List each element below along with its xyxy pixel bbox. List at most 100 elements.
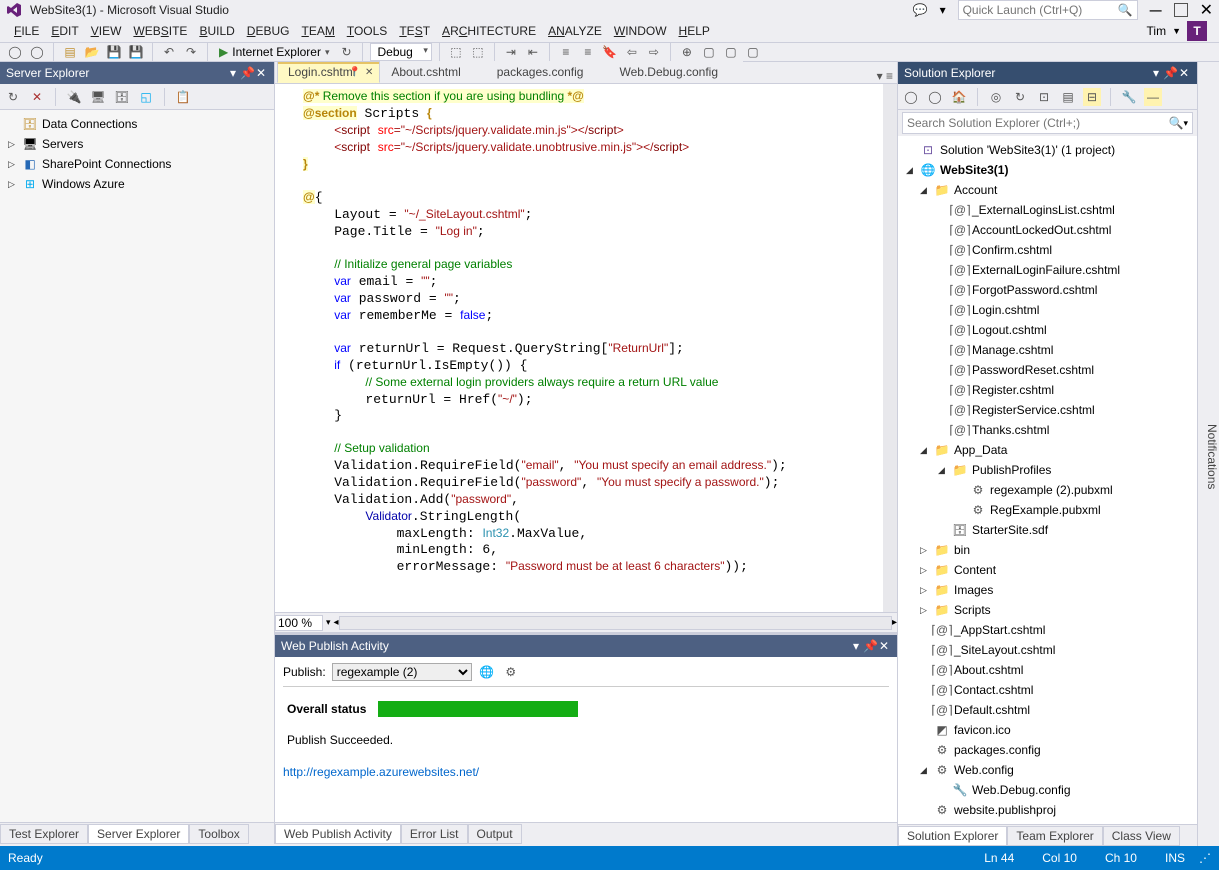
redo-button[interactable]: ↷ [182, 43, 200, 61]
published-url-link[interactable]: http://regexample.azurewebsites.net/ [283, 765, 479, 779]
menu-website[interactable]: WEBSITE [127, 20, 193, 42]
tb-icon-4[interactable]: ⇤ [524, 43, 542, 61]
tb-icon-12[interactable]: ▢ [722, 43, 740, 61]
close-icon[interactable]: ✕ [254, 66, 268, 80]
refresh-icon[interactable]: ↻ [4, 88, 22, 106]
editor-tab-login[interactable]: Login.cshtml📍✕ [277, 61, 380, 83]
menu-team[interactable]: TEAM [295, 20, 340, 42]
tab-overflow[interactable]: ▾ ≡ [877, 69, 897, 83]
tab-error-list[interactable]: Error List [401, 824, 468, 844]
file-webdebugconfig[interactable]: 🔧Web.Debug.config [898, 780, 1197, 800]
close-button[interactable]: ✕ [1200, 0, 1213, 20]
file-Contact.cshtml[interactable]: ⌈@⌉Contact.cshtml [898, 680, 1197, 700]
db-icon[interactable]: 🗄 [113, 88, 131, 106]
file-Thanks.cshtml[interactable]: ⌈@⌉Thanks.cshtml [898, 420, 1197, 440]
file-ForgotPassword.cshtml[interactable]: ⌈@⌉ForgotPassword.cshtml [898, 280, 1197, 300]
menu-build[interactable]: BUILD [193, 20, 240, 42]
file-Manage.cshtml[interactable]: ⌈@⌉Manage.cshtml [898, 340, 1197, 360]
file-startersite[interactable]: 🗄StarterSite.sdf [898, 520, 1197, 540]
file-AccountLockedOut.cshtml[interactable]: ⌈@⌉AccountLockedOut.cshtml [898, 220, 1197, 240]
folder-publishprofiles[interactable]: ◢📁PublishProfiles [898, 460, 1197, 480]
tab-toolbox[interactable]: Toolbox [189, 824, 248, 844]
file-Logout.cshtml[interactable]: ⌈@⌉Logout.cshtml [898, 320, 1197, 340]
tab-server-explorer[interactable]: Server Explorer [88, 824, 189, 844]
start-debugging-button[interactable]: ▶ Internet Explorer ▾ [215, 45, 333, 59]
scope-icon[interactable]: ◎ [987, 88, 1005, 106]
editor-tab-about[interactable]: About.cshtml [380, 61, 485, 83]
menu-edit[interactable]: EDIT [45, 20, 84, 42]
menu-tools[interactable]: TOOLS [341, 20, 393, 42]
menu-help[interactable]: HELP [673, 20, 716, 42]
tree-azure[interactable]: ▷⊞Windows Azure [0, 174, 274, 194]
project-node[interactable]: ◢🌐WebSite3(1) [898, 160, 1197, 180]
file-favicon.ico[interactable]: ◩favicon.ico [898, 720, 1197, 740]
folder-bin[interactable]: ▷📁bin [898, 540, 1197, 560]
publish-web-icon[interactable]: 🌐 [478, 663, 496, 681]
server-explorer-header[interactable]: Server Explorer ▾ 📌 ✕ [0, 62, 274, 84]
menu-analyze[interactable]: ANALYZE [542, 20, 608, 42]
solution-search[interactable]: 🔍 ▾ [902, 112, 1193, 134]
dropdown-icon[interactable]: ▾ [1149, 66, 1163, 80]
file-Register.cshtml[interactable]: ⌈@⌉Register.cshtml [898, 380, 1197, 400]
close-icon[interactable]: ✕ [1177, 66, 1191, 80]
preview-icon[interactable]: — [1144, 88, 1162, 106]
menu-debug[interactable]: DEBUG [241, 20, 296, 42]
folder-Images[interactable]: ▷📁Images [898, 580, 1197, 600]
showall-icon[interactable]: ▤ [1059, 88, 1077, 106]
sync-icon[interactable]: ⊟ [1083, 88, 1101, 106]
file-RegisterService.cshtml[interactable]: ⌈@⌉RegisterService.cshtml [898, 400, 1197, 420]
file-Confirm.cshtml[interactable]: ⌈@⌉Confirm.cshtml [898, 240, 1197, 260]
tb-icon-11[interactable]: ▢ [700, 43, 718, 61]
tb-icon-3[interactable]: ⇥ [502, 43, 520, 61]
feedback-icon[interactable]: 💬 [913, 3, 928, 17]
folder-appdata[interactable]: ◢📁App_Data [898, 440, 1197, 460]
tb-icon-13[interactable]: ▢ [744, 43, 762, 61]
file-packages.config[interactable]: ⚙packages.config [898, 740, 1197, 760]
tab-output[interactable]: Output [468, 824, 522, 844]
tree-sharepoint[interactable]: ▷◧SharePoint Connections [0, 154, 274, 174]
file-_ExternalLoginsList.cshtml[interactable]: ⌈@⌉_ExternalLoginsList.cshtml [898, 200, 1197, 220]
save-button[interactable]: 💾 [105, 43, 123, 61]
quick-launch-search[interactable]: 🔍 [958, 0, 1138, 20]
editor-tab-webdebug[interactable]: Web.Debug.config [608, 61, 743, 83]
tb-icon-10[interactable]: ⊕ [678, 43, 696, 61]
pin-icon[interactable]: 📌 [1163, 66, 1177, 80]
menu-test[interactable]: TEST [393, 20, 436, 42]
pin-icon[interactable]: 📍 [349, 67, 361, 78]
tab-solution-explorer[interactable]: Solution Explorer [898, 826, 1007, 846]
minimize-button[interactable]: — [1150, 3, 1162, 17]
pin-icon[interactable]: 📌 [240, 66, 254, 80]
file-RegExample.pubxml[interactable]: ⚙RegExample.pubxml [898, 500, 1197, 520]
tb-icon-6[interactable]: ≡ [579, 43, 597, 61]
browser-refresh-button[interactable]: ↻ [337, 43, 355, 61]
dropdown-icon[interactable]: ▾ [226, 66, 240, 80]
file-Default.cshtml[interactable]: ⌈@⌉Default.cshtml [898, 700, 1197, 720]
close-icon[interactable]: ✕ [365, 67, 373, 78]
solution-search-input[interactable] [907, 116, 1169, 130]
tree-data-connections[interactable]: 🗄Data Connections [0, 114, 274, 134]
config-dropdown[interactable]: Debug [370, 43, 431, 61]
notifications-tab[interactable]: Notifications [1197, 62, 1219, 846]
fwd-icon[interactable]: ◯ [926, 88, 944, 106]
azure-icon[interactable]: ◱ [137, 88, 155, 106]
resize-grip-icon[interactable]: ⋰ [1199, 851, 1211, 865]
refresh-icon[interactable]: ↻ [1011, 88, 1029, 106]
home-icon[interactable]: 🏠 [950, 88, 968, 106]
settings-icon[interactable]: ⚙ [502, 663, 520, 681]
code-editor[interactable]: @* Remove this section if you are using … [275, 84, 897, 612]
tb-icon-2[interactable]: ⬚ [469, 43, 487, 61]
tab-class-view[interactable]: Class View [1103, 826, 1180, 846]
tb-icon-5[interactable]: ≡ [557, 43, 575, 61]
file-Login.cshtml[interactable]: ⌈@⌉Login.cshtml [898, 300, 1197, 320]
solution-node[interactable]: ⊡Solution 'WebSite3(1)' (1 project) [898, 140, 1197, 160]
file-webconfig[interactable]: ◢⚙Web.config [898, 760, 1197, 780]
editor-tab-packages[interactable]: packages.config [486, 61, 609, 83]
file-regexample (2).pubxml[interactable]: ⚙regexample (2).pubxml [898, 480, 1197, 500]
new-project-button[interactable]: ▤ [61, 43, 79, 61]
pin-icon[interactable]: 📌 [863, 639, 877, 653]
tb-icon-9[interactable]: ⇨ [645, 43, 663, 61]
undo-button[interactable]: ↶ [160, 43, 178, 61]
folder-Content[interactable]: ▷📁Content [898, 560, 1197, 580]
nav-back-button[interactable]: ◯ [6, 43, 24, 61]
menu-file[interactable]: FILE [8, 20, 45, 42]
